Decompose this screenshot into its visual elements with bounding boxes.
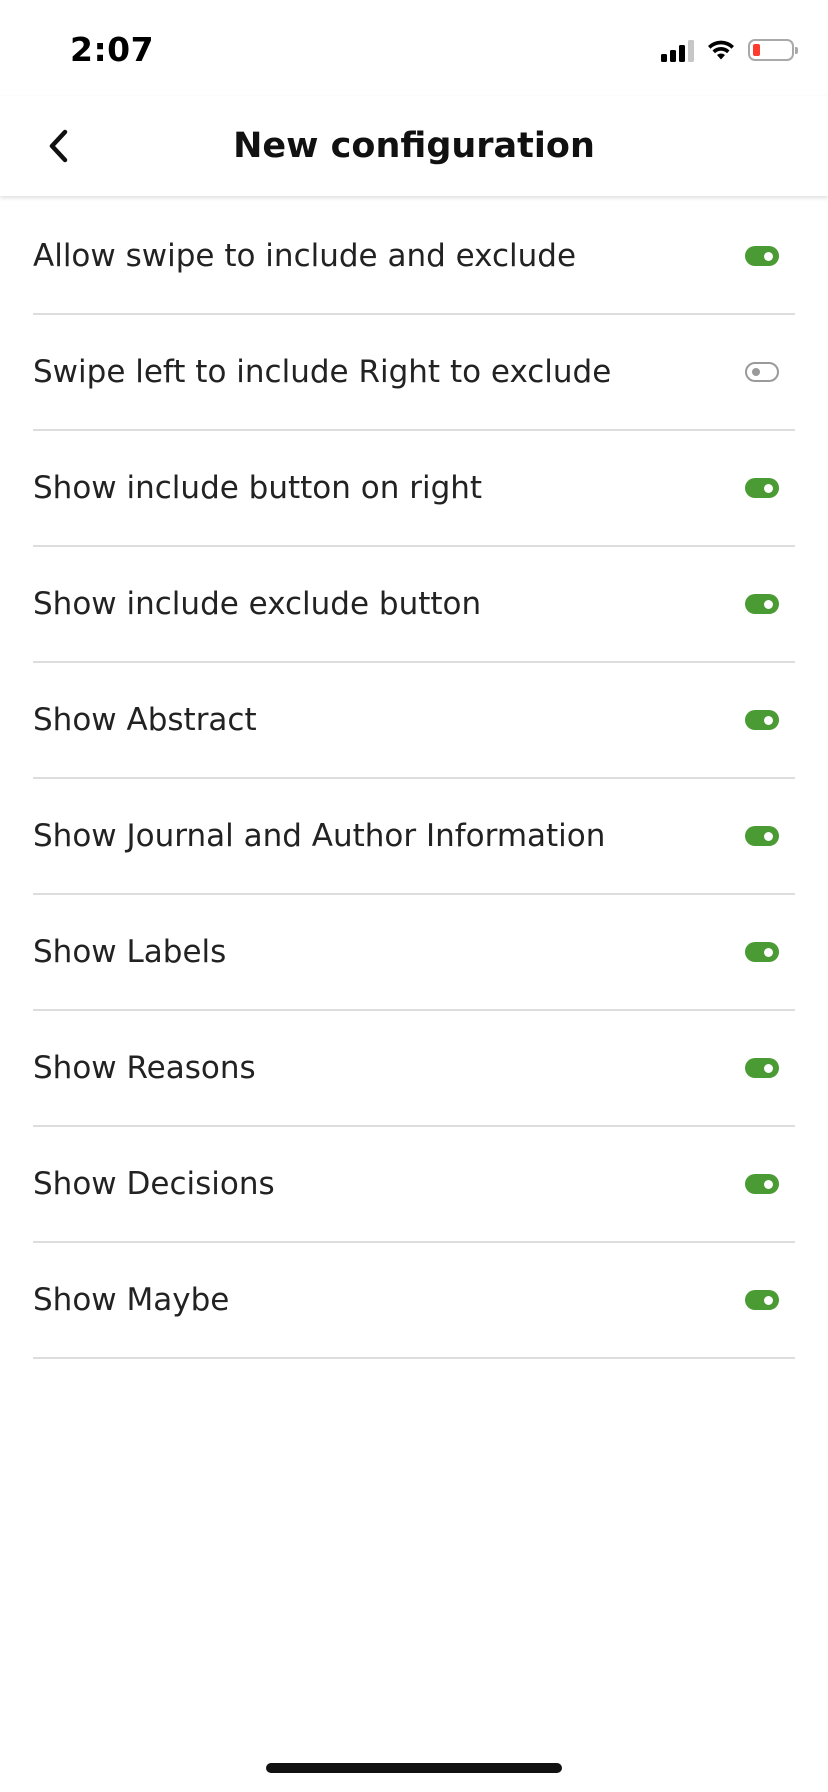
cellular-signal-icon: [661, 38, 694, 62]
setting-row: Show Abstract: [33, 663, 795, 779]
toggle-knob: [764, 831, 773, 841]
setting-label: Show Reasons: [33, 1050, 256, 1086]
toggle-knob: [764, 251, 773, 261]
setting-label: Show Abstract: [33, 702, 257, 738]
battery-low-icon: [748, 39, 798, 61]
toggle-switch[interactable]: [745, 478, 779, 498]
toggle-knob: [764, 947, 773, 957]
setting-row: Show Decisions: [33, 1127, 795, 1243]
toggle-knob: [764, 1063, 773, 1073]
setting-row: Show Reasons: [33, 1011, 795, 1127]
toggle-knob: [764, 1179, 773, 1189]
settings-list: Allow swipe to include and exclude Swipe …: [33, 199, 795, 1359]
setting-row: Show Maybe: [33, 1243, 795, 1359]
toggle-switch[interactable]: [745, 362, 779, 382]
toggle-knob: [764, 483, 773, 493]
setting-row: Allow swipe to include and exclude: [33, 199, 795, 315]
toggle-knob: [764, 1295, 773, 1305]
screen: 2:07 New configuration Allow swipe to in…: [0, 0, 828, 1792]
setting-label: Show include button on right: [33, 470, 483, 506]
home-indicator[interactable]: [266, 1763, 562, 1773]
toggle-knob: [764, 599, 773, 609]
toggle-knob: [764, 715, 773, 725]
setting-label: Show Journal and Author Information: [33, 818, 606, 854]
status-time: 2:07: [70, 30, 155, 69]
setting-label: Swipe left to include Right to exclude: [33, 354, 612, 390]
page-title: New configuration: [233, 126, 595, 166]
setting-label: Show Decisions: [33, 1166, 275, 1202]
status-icons: [661, 36, 798, 64]
navigation-header: New configuration: [0, 96, 828, 196]
toggle-switch[interactable]: [745, 246, 779, 266]
toggle-knob: [752, 368, 760, 376]
toggle-switch[interactable]: [745, 594, 779, 614]
toggle-switch[interactable]: [745, 826, 779, 846]
setting-label: Allow swipe to include and exclude: [33, 238, 577, 274]
setting-row: Show Journal and Author Information: [33, 779, 795, 895]
setting-row: Show include exclude button: [33, 547, 795, 663]
setting-row: Show Labels: [33, 895, 795, 1011]
setting-row: Show include button on right: [33, 431, 795, 547]
toggle-switch[interactable]: [745, 1290, 779, 1310]
toggle-switch[interactable]: [745, 942, 779, 962]
setting-label: Show include exclude button: [33, 586, 482, 622]
wifi-icon: [708, 40, 734, 60]
toggle-switch[interactable]: [745, 1174, 779, 1194]
setting-row: Swipe left to include Right to exclude: [33, 315, 795, 431]
toggle-switch[interactable]: [745, 710, 779, 730]
toggle-switch[interactable]: [745, 1058, 779, 1078]
status-bar: 2:07: [0, 0, 828, 96]
setting-label: Show Labels: [33, 934, 227, 970]
setting-label: Show Maybe: [33, 1282, 230, 1318]
